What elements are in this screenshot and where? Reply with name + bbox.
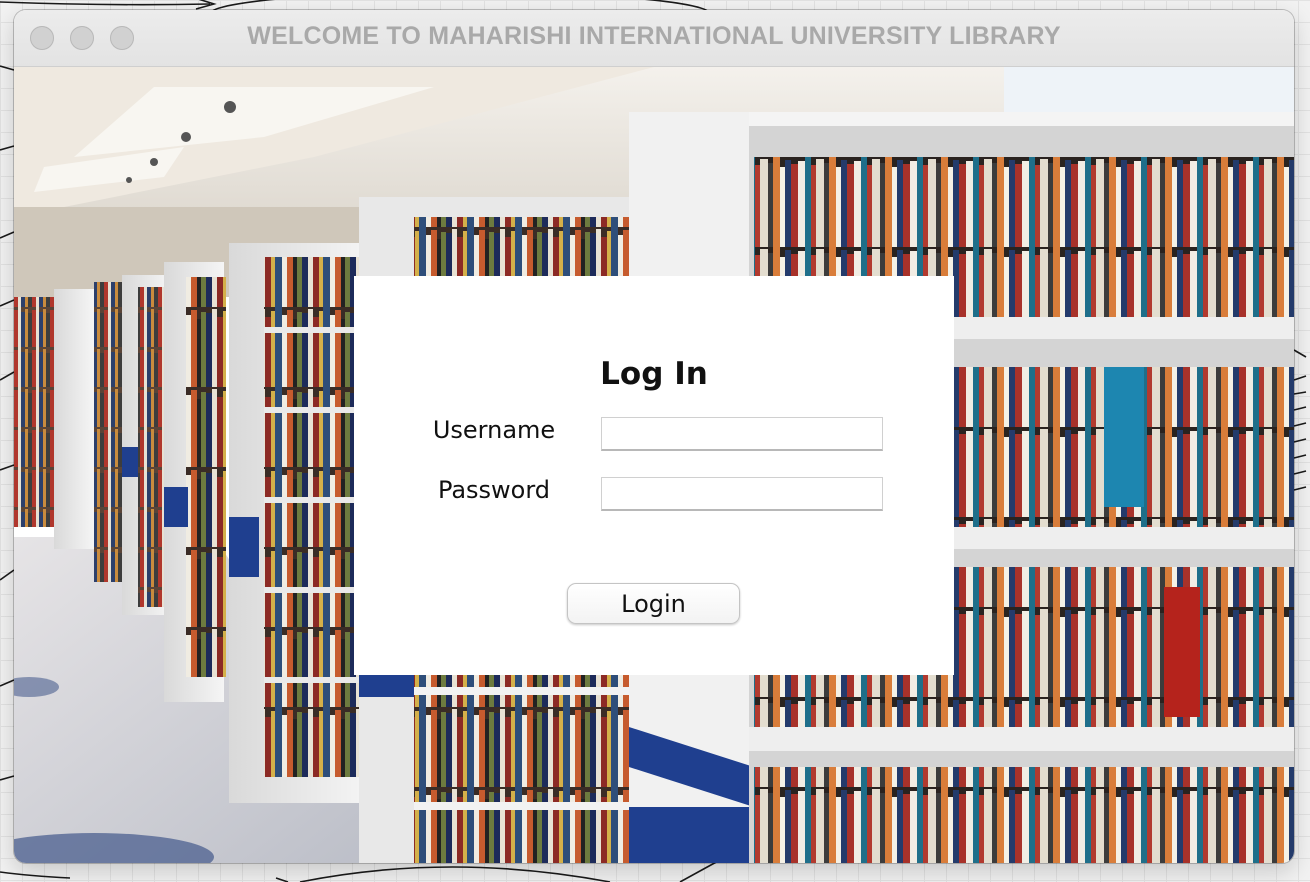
login-panel: Log In Username Password Login [354, 276, 954, 675]
username-field[interactable] [601, 417, 883, 451]
login-heading: Log In [600, 356, 708, 392]
password-field[interactable] [601, 477, 883, 511]
login-button[interactable]: Login [567, 583, 740, 624]
window-title: WELCOME TO MAHARISHI INTERNATIONAL UNIVE… [247, 22, 1061, 50]
library-login-window: WELCOME TO MAHARISHI INTERNATIONAL UNIVE… [14, 10, 1294, 863]
password-label: Password [437, 476, 551, 504]
window-content: Log In Username Password Login [14, 67, 1294, 863]
username-label: Username [432, 416, 556, 444]
title-bar[interactable]: WELCOME TO MAHARISHI INTERNATIONAL UNIVE… [14, 10, 1294, 67]
